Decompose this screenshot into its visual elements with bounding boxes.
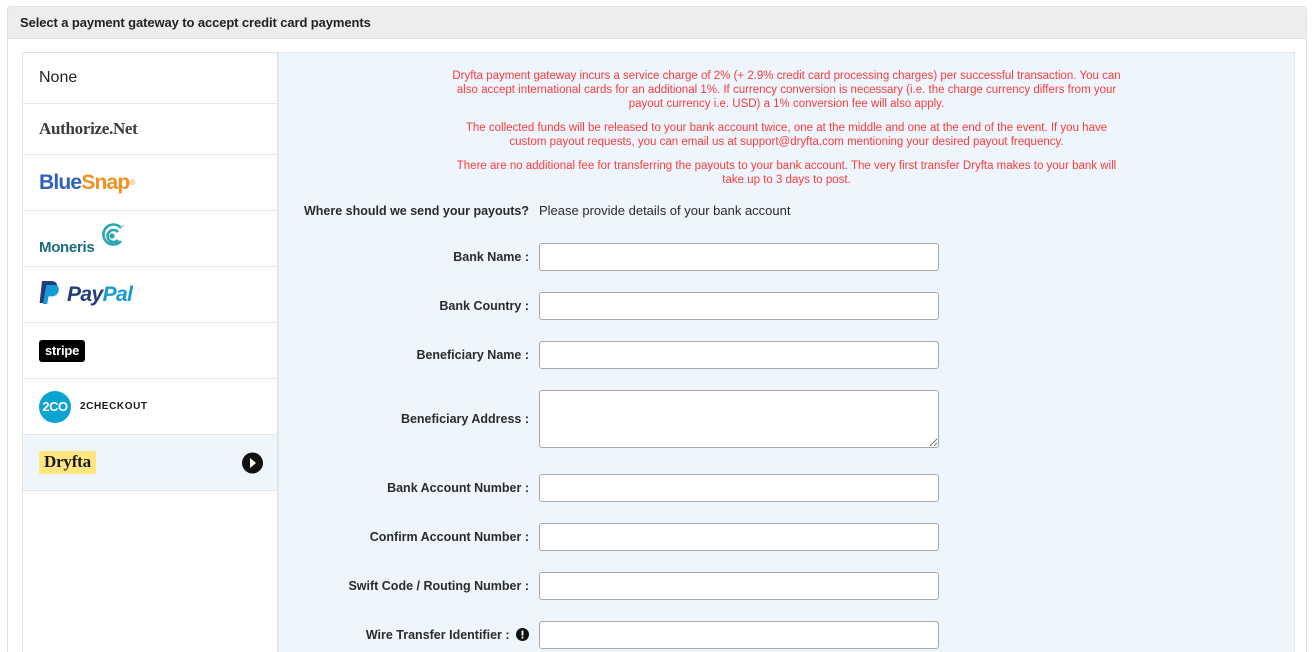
arrow-right-circle-icon[interactable] [242, 452, 263, 473]
panel-header: Select a payment gateway to accept credi… [8, 7, 1306, 39]
paypal-p-icon [39, 279, 63, 310]
form-row-swift-code: Swift Code / Routing Number : [299, 572, 1274, 600]
paypal-logo: PayPal [39, 279, 133, 310]
beneficiary-name-label: Beneficiary Name : [416, 348, 529, 362]
notice-transfer-fee: There are no additional fee for transfer… [456, 160, 1117, 186]
wire-transfer-identifier-label-text: Wire Transfer Identifier : [365, 628, 510, 642]
page-title: Select a payment gateway to accept credi… [20, 15, 371, 30]
bank-account-number-field-wrap [539, 474, 939, 502]
gateway-config-content: Dryfta payment gateway incurs a service … [278, 52, 1295, 652]
gateway-list-filler [23, 491, 277, 641]
gateway-item-2checkout[interactable]: 2CO 2CHECKOUT [23, 379, 277, 435]
twocheckout-logo-text: 2CHECKOUT [80, 401, 148, 412]
confirm-account-number-label: Confirm Account Number : [369, 530, 529, 544]
bank-account-number-input[interactable] [539, 474, 939, 502]
form-row-bank-account-number: Bank Account Number : [299, 474, 1274, 502]
twocheckout-mark-icon: 2CO [39, 390, 71, 423]
swift-code-input[interactable] [539, 572, 939, 600]
form-row-confirm-account-number: Confirm Account Number : [299, 523, 1274, 551]
paypal-logo-part1: Pay [67, 282, 103, 306]
paypal-logo-part2: Pal [102, 282, 133, 306]
form-row-bank-country: Bank Country : [299, 292, 1274, 320]
beneficiary-name-input[interactable] [539, 341, 939, 369]
gateway-item-moneris[interactable]: Moneris [23, 211, 277, 267]
bluesnap-logo-part2: Snap [81, 170, 130, 194]
twocheckout-logo: 2CO 2CHECKOUT [39, 390, 148, 423]
form-row-wire-transfer-identifier: Wire Transfer Identifier : [299, 621, 1274, 651]
beneficiary-name-field-wrap [539, 341, 939, 369]
payout-question-row: Where should we send your payouts? Pleas… [299, 197, 1274, 225]
beneficiary-address-label: Beneficiary Address : [400, 412, 529, 426]
gateway-item-authorizenet[interactable]: Authorize.Net [23, 104, 277, 155]
moneris-swirl-icon [95, 222, 125, 255]
bank-name-field-wrap [539, 243, 939, 271]
confirm-account-number-input[interactable] [539, 523, 939, 551]
bank-name-input[interactable] [539, 243, 939, 271]
panel-body: None Authorize.Net Blue Snap ® Moneris P… [8, 39, 1306, 652]
bluesnap-logo: Blue Snap ® [39, 171, 135, 195]
payment-gateway-settings-screen: Select a payment gateway to accept credi… [0, 0, 1314, 652]
dryfta-logo: Dryfta [39, 451, 96, 474]
gateway-item-stripe[interactable]: stripe [23, 323, 277, 379]
beneficiary-address-field-wrap [539, 390, 939, 453]
notice-payout-release: The collected funds will be released to … [465, 122, 1108, 148]
swift-code-label: Swift Code / Routing Number : [348, 579, 529, 593]
gateway-item-dryfta[interactable]: Dryfta [23, 435, 277, 491]
info-circle-icon[interactable] [516, 628, 529, 644]
wire-transfer-identifier-input[interactable] [539, 621, 939, 649]
swift-code-field-wrap [539, 572, 939, 600]
moneris-logo: Moneris [39, 222, 125, 256]
authorizenet-logo: Authorize.Net [39, 119, 138, 138]
bank-country-label: Bank Country : [439, 299, 529, 313]
settings-panel: Select a payment gateway to accept credi… [7, 6, 1307, 652]
form-row-beneficiary-address: Beneficiary Address : [299, 390, 1274, 453]
bank-country-input[interactable] [539, 292, 939, 320]
wire-transfer-identifier-label: Wire Transfer Identifier : [299, 621, 539, 651]
bank-account-number-label: Bank Account Number : [387, 481, 529, 495]
gateway-list: None Authorize.Net Blue Snap ® Moneris P… [22, 52, 278, 652]
stripe-logo: stripe [39, 339, 86, 362]
notice-service-charge: Dryfta payment gateway incurs a service … [452, 70, 1121, 110]
beneficiary-address-textarea[interactable] [539, 390, 939, 448]
form-row-beneficiary-name: Beneficiary Name : [299, 341, 1274, 369]
moneris-logo-text: Moneris [39, 238, 95, 256]
gateway-item-none[interactable]: None [23, 53, 277, 104]
form-row-bank-name: Bank Name : [299, 243, 1274, 271]
payout-question-label: Where should we send your payouts? [303, 204, 529, 218]
bluesnap-logo-part1: Blue [39, 170, 82, 194]
bank-country-field-wrap [539, 292, 939, 320]
bank-name-label: Bank Name : [453, 250, 529, 264]
paypal-logo-text: PayPal [67, 282, 133, 307]
payout-question-value: Please provide details of your bank acco… [539, 203, 791, 218]
gateway-item-paypal[interactable]: PayPal [23, 267, 277, 323]
confirm-account-number-field-wrap [539, 523, 939, 551]
trademark-mark: ® [129, 178, 135, 187]
gateway-item-bluesnap[interactable]: Blue Snap ® [23, 155, 277, 211]
gateway-label-none: None [39, 69, 78, 86]
wire-transfer-identifier-field-wrap [539, 621, 939, 649]
